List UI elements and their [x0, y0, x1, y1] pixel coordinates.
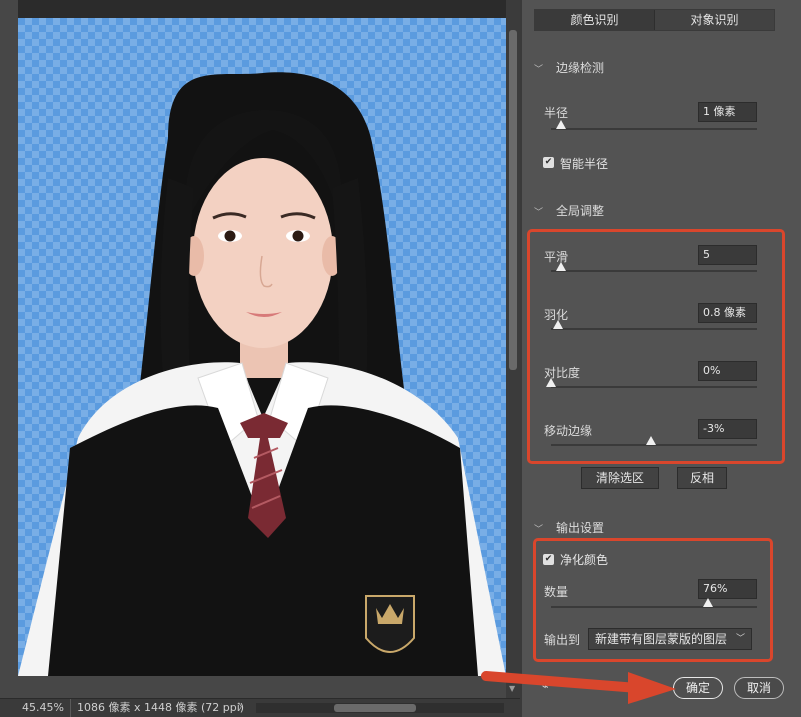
- contrast-slider-thumb[interactable]: [546, 378, 556, 387]
- feather-field[interactable]: 0.8 像素: [698, 303, 757, 323]
- output-to-label: 输出到: [544, 633, 581, 647]
- canvas-top-strip: [18, 0, 506, 18]
- decontaminate-checkbox[interactable]: ✔: [543, 554, 554, 565]
- status-more-arrow-icon[interactable]: 〉: [238, 699, 247, 717]
- shift-edge-label: 移动边缘: [544, 424, 593, 438]
- annotation-arrow-icon: [481, 671, 676, 704]
- contrast-slider[interactable]: [546, 378, 757, 388]
- tab-color-aware[interactable]: 颜色识别: [535, 10, 654, 30]
- smooth-field[interactable]: 5: [698, 245, 757, 265]
- invert-button[interactable]: 反相: [677, 467, 727, 489]
- amount-slider-thumb[interactable]: [703, 598, 713, 607]
- smart-radius-checkbox[interactable]: ✔: [543, 157, 554, 168]
- horizontal-scroll-thumb[interactable]: [334, 704, 416, 712]
- zoom-level: 45.45%: [22, 701, 64, 714]
- amount-field[interactable]: 76%: [698, 579, 757, 599]
- canvas-horizontal-scrollbar[interactable]: [256, 703, 504, 713]
- feather-slider-thumb[interactable]: [553, 320, 563, 329]
- radius-label: 半径: [544, 106, 569, 120]
- global-adjust-header[interactable]: ﹀ 全局调整: [534, 202, 604, 219]
- mode-tabs: 颜色识别 对象识别: [534, 9, 775, 31]
- document-info: 1086 像素 x 1448 像素 (72 ppi): [70, 699, 244, 717]
- output-to-value: 新建带有图层蒙版的图层: [595, 632, 728, 646]
- feather-slider[interactable]: [551, 320, 757, 330]
- chevron-down-icon: ﹀: [735, 634, 745, 644]
- output-settings-title: 输出设置: [556, 521, 605, 535]
- tab-object-aware[interactable]: 对象识别: [654, 10, 774, 30]
- clear-selection-button[interactable]: 清除选区: [581, 467, 659, 489]
- radius-slider-thumb[interactable]: [556, 120, 566, 129]
- output-settings-header[interactable]: ﹀ 输出设置: [534, 519, 604, 536]
- global-adjust-title: 全局调整: [556, 204, 605, 218]
- smooth-slider[interactable]: [551, 262, 757, 272]
- shift-edge-slider-thumb[interactable]: [646, 436, 656, 445]
- edge-detection-title: 边缘检测: [556, 61, 605, 75]
- canvas-area: ▼: [0, 0, 520, 698]
- shift-edge-field[interactable]: -3%: [698, 419, 757, 439]
- decontaminate-label: 净化颜色: [560, 553, 609, 567]
- ok-button[interactable]: 确定: [673, 677, 723, 699]
- output-to-select[interactable]: 新建带有图层蒙版的图层 ﹀: [588, 628, 752, 650]
- cancel-button[interactable]: 取消: [734, 677, 784, 699]
- chevron-down-icon: ﹀: [534, 525, 544, 535]
- amount-label: 数量: [544, 585, 569, 599]
- portrait-image[interactable]: [18, 18, 506, 676]
- properties-panel: 颜色识别 对象识别 ﹀ 边缘检测 半径 1 像素 ✔ 智能半径 ﹀ 全局调整 平滑 …: [522, 0, 801, 717]
- shift-edge-slider[interactable]: [551, 436, 757, 446]
- smart-radius-label: 智能半径: [560, 157, 609, 171]
- select-and-mask-window: ▼ 45.45% 1086 像素 x 1448 像素 (72 ppi) 〉 颜色…: [0, 0, 801, 717]
- status-bar: 45.45% 1086 像素 x 1448 像素 (72 ppi) 〉: [0, 698, 520, 717]
- edge-detection-header[interactable]: ﹀ 边缘检测: [534, 59, 604, 76]
- radius-field[interactable]: 1 像素: [698, 102, 757, 122]
- canvas-vertical-scrollbar[interactable]: ▼: [506, 0, 520, 698]
- vertical-scroll-thumb[interactable]: [509, 30, 517, 370]
- amount-slider[interactable]: [551, 598, 757, 608]
- contrast-field[interactable]: 0%: [698, 361, 757, 381]
- smooth-slider-thumb[interactable]: [556, 262, 566, 271]
- radius-slider[interactable]: [551, 120, 757, 130]
- chevron-down-icon: ﹀: [534, 208, 544, 218]
- portrait-illustration: [18, 72, 506, 676]
- chevron-down-icon: ﹀: [534, 65, 544, 75]
